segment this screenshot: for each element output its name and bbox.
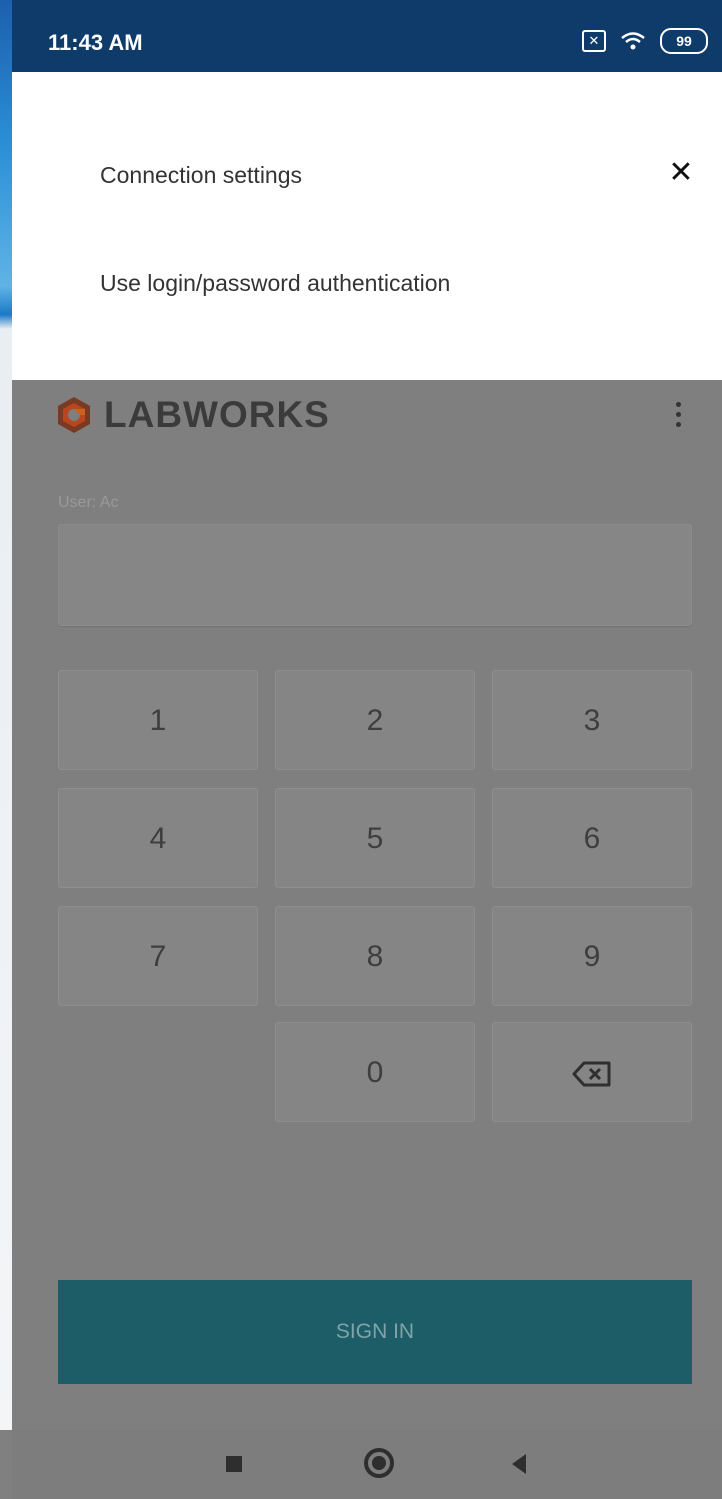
sheet-title[interactable]: Connection settings bbox=[100, 162, 302, 189]
home-icon[interactable] bbox=[364, 1448, 394, 1478]
close-icon[interactable]: ✕ bbox=[666, 158, 696, 188]
login-password-option[interactable]: Use login/password authentication bbox=[100, 270, 450, 297]
background-app-edge bbox=[0, 0, 12, 1430]
sign-in-button[interactable]: SIGN IN bbox=[58, 1280, 692, 1384]
navigation-bar bbox=[12, 1430, 722, 1499]
login-screen: LABWORKS User: Ac 1 2 3 4 5 6 7 8 9 0 SI… bbox=[12, 380, 722, 1430]
key-4[interactable]: 4 bbox=[58, 788, 258, 888]
status-bar: 11:43 AM ✕ 99 bbox=[12, 0, 722, 72]
status-icons: ✕ 99 bbox=[582, 28, 708, 54]
sim-x-icon: ✕ bbox=[582, 30, 606, 52]
backspace-icon bbox=[572, 1061, 611, 1087]
labworks-logo-icon bbox=[58, 397, 90, 433]
key-3[interactable]: 3 bbox=[492, 670, 692, 770]
app-logo: LABWORKS bbox=[54, 394, 330, 436]
key-0[interactable]: 0 bbox=[275, 1022, 475, 1122]
logo-text: LABWORKS bbox=[104, 394, 330, 435]
key-1[interactable]: 1 bbox=[58, 670, 258, 770]
key-5[interactable]: 5 bbox=[275, 788, 475, 888]
back-icon[interactable] bbox=[512, 1454, 526, 1474]
recents-icon[interactable] bbox=[226, 1456, 242, 1472]
connection-settings-sheet: Connection settings ✕ Use login/password… bbox=[12, 72, 722, 380]
key-2[interactable]: 2 bbox=[275, 670, 475, 770]
more-vert-icon[interactable] bbox=[668, 394, 688, 434]
battery-icon: 99 bbox=[660, 28, 708, 54]
key-9[interactable]: 9 bbox=[492, 906, 692, 1006]
pin-input[interactable] bbox=[58, 524, 692, 626]
user-label: User: Ac bbox=[58, 494, 119, 511]
status-time: 11:43 AM bbox=[48, 30, 143, 55]
backspace-key[interactable] bbox=[492, 1022, 692, 1122]
wifi-icon bbox=[621, 32, 645, 50]
key-8[interactable]: 8 bbox=[275, 906, 475, 1006]
key-7[interactable]: 7 bbox=[58, 906, 258, 1006]
key-6[interactable]: 6 bbox=[492, 788, 692, 888]
